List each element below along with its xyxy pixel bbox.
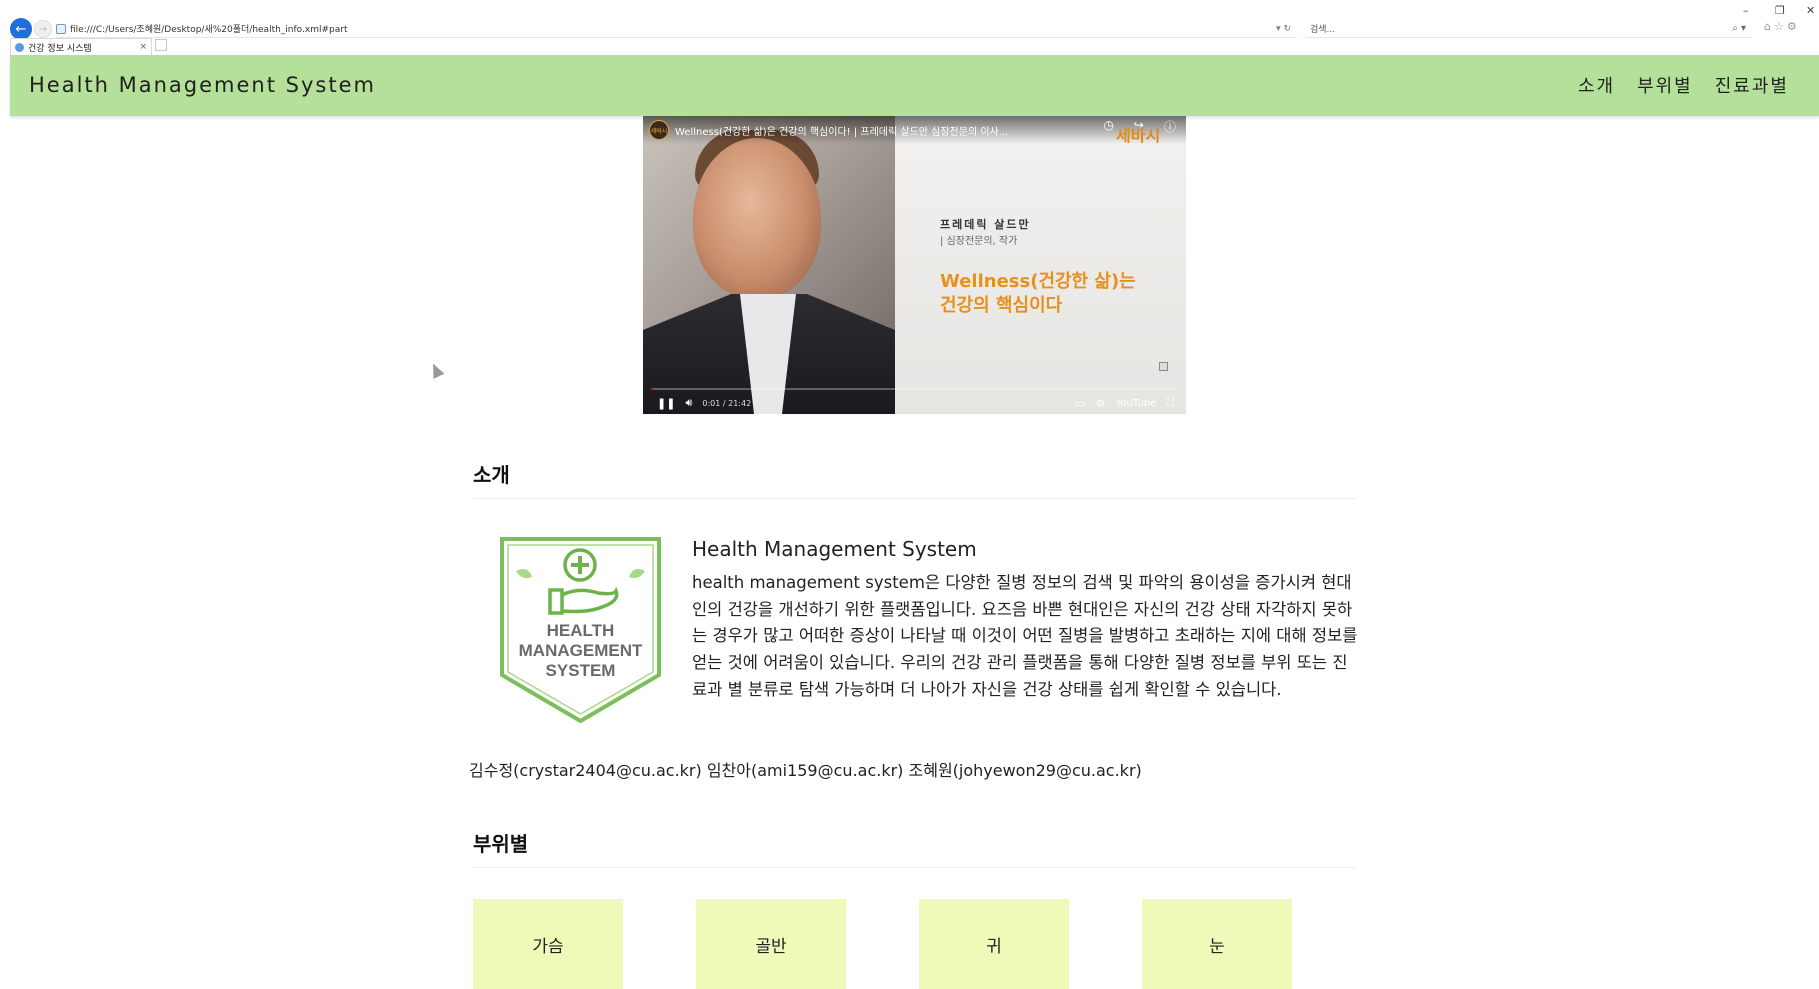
restore-button[interactable]: ❐ [1775,4,1785,17]
video-title[interactable]: Wellness(건강한 삶)은 건강의 핵심이다! | 프레데릭 살드만 심장… [675,123,1055,138]
video-quote: Wellness(건강한 삶)는 건강의 핵심이다 [940,270,1140,318]
body-part-card-eye[interactable]: 눈 [1142,899,1292,989]
authors-line: 김수정(crystar2404@cu.ac.kr) 임찬아(ami159@cu.… [469,761,1142,780]
video-progress-fill [651,388,653,390]
video-progress-bar[interactable] [651,388,1178,390]
address-text: file:///C:/Users/조혜원/Desktop/새%20폴더/heal… [70,25,348,35]
speaker-name: 프레데릭 살드만 [940,218,1031,231]
refresh-icon[interactable]: ▾ ↻ [1276,24,1291,34]
speaker-role: | 심장전문의, 작가 [940,236,1018,247]
menu-item-body-parts[interactable]: 부위별 [1637,72,1693,98]
tab-title: 건강 정보 시스템 [28,43,92,54]
forward-button[interactable]: → [34,20,52,38]
address-bar[interactable]: file:///C:/Users/조혜원/Desktop/새%20폴더/heal… [56,20,1297,38]
menu-item-intro[interactable]: 소개 [1578,72,1615,98]
video-controls: ❚❚ 🔊︎ 0:01 / 21:42 ▭ ⚙ YouTube ⛶ [643,392,1186,414]
fullscreen-icon[interactable]: ⛶ [1166,396,1174,410]
browser-tab[interactable]: 건강 정보 시스템 × [10,38,152,55]
logo-text-management: MANAGEMENT [519,641,643,660]
section-title-intro: 소개 [473,463,510,487]
body-part-card-ear[interactable]: 귀 [919,899,1069,989]
browser-chrome: ← → file:///C:/Users/조혜원/Desktop/새%20폴더/… [0,0,1819,56]
site-brand[interactable]: Health Management System [29,73,376,97]
mouse-cursor-icon [427,361,445,379]
logo-text-system: SYSTEM [546,661,616,680]
pause-icon[interactable]: ❚❚ [657,397,675,410]
section-divider [473,867,1355,868]
site-header: Health Management System 소개 부위별 진료과별 [10,55,1819,116]
speaker-face [693,138,821,298]
video-time: 0:01 / 21:42 [702,398,752,408]
volume-icon[interactable]: 🔊︎ [685,396,692,410]
arrow-left-icon: ← [15,21,27,37]
page-favicon-icon [56,23,66,34]
body-part-card-pelvis[interactable]: 골반 [696,899,846,989]
body-part-cards: 가슴 골반 귀 눈 [473,899,1292,989]
arrow-right-icon: → [38,23,48,35]
main-menu: 소개 부위별 진료과별 [1578,72,1789,98]
captions-icon[interactable]: ▭ [1075,397,1085,410]
section-title-body-parts: 부위별 [473,832,529,856]
youtube-logo[interactable]: YouTube [1116,398,1157,409]
minimize-button[interactable]: – [1743,4,1749,17]
video-player[interactable]: 세바시 Wellness(건강한 삶)은 건강의 핵심이다! | 프레데릭 살드… [643,116,1186,414]
settings-gear-icon[interactable]: ⚙ [1096,397,1106,410]
video-slide [895,116,1186,414]
intro-body: health management system은 다양한 질병 정보의 검색 … [692,573,1358,699]
channel-logo[interactable]: 세바시 [649,120,669,140]
menu-item-departments[interactable]: 진료과별 [1715,72,1789,98]
body-part-card-chest[interactable]: 가슴 [473,899,623,989]
close-window-button[interactable]: ✕ [1806,4,1815,17]
video-quote-line2: 건강의 핵심이다 [940,295,1063,316]
intro-heading: Health Management System [692,537,977,561]
new-tab-button[interactable] [155,39,167,51]
logo-text-health: HEALTH [547,621,615,640]
search-icon[interactable]: ⌕ ▾ [1732,23,1746,34]
video-corner-icon [1159,362,1168,371]
home-star-gear-icons[interactable]: ⌂☆⚙ [1764,20,1800,33]
video-brand-mark: 세바시 [1116,126,1161,145]
video-quote-line1: Wellness(건강한 삶)는 [940,271,1136,292]
health-logo-badge: HEALTH MANAGEMENT SYSTEM [500,537,661,724]
search-placeholder: 검색... [1310,25,1336,35]
section-divider [473,498,1355,499]
tab-close-icon[interactable]: × [139,42,147,52]
video-speaker-image [643,116,895,414]
tab-favicon-icon [15,42,24,52]
info-icon[interactable]: ⓘ [1164,118,1176,135]
watch-later-icon[interactable]: ◷ [1103,118,1113,135]
browser-search-input[interactable]: 검색... ⌕ ▾ [1306,20,1752,38]
back-button[interactable]: ← [10,18,32,40]
